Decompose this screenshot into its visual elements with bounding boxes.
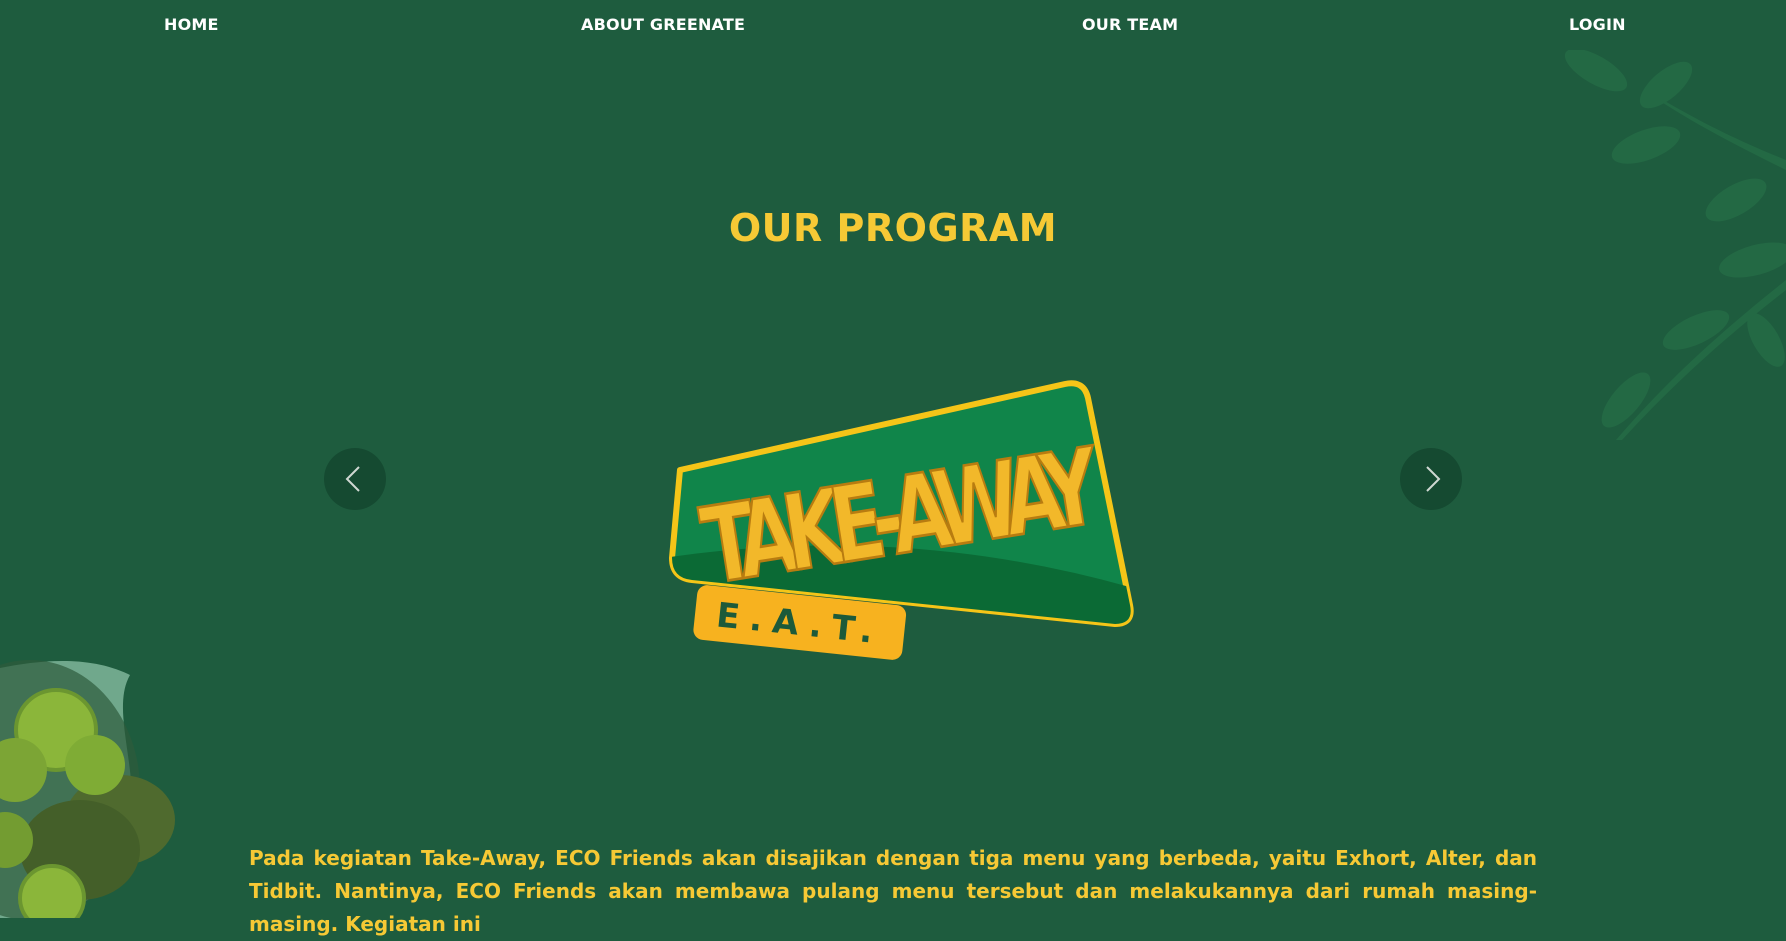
carousel-prev-button[interactable] [324, 448, 386, 510]
program-carousel: TAKE-AWAY E.A.T. [0, 370, 1786, 670]
nav-team-link[interactable]: OUR TEAM [1082, 15, 1178, 34]
chevron-left-icon [345, 466, 360, 492]
top-navigation: HOME ABOUT GREENATE OUR TEAM LOGIN [0, 0, 1786, 50]
nav-home-link[interactable]: HOME [164, 15, 219, 34]
food-plate-decoration [0, 660, 175, 918]
carousel-next-button[interactable] [1400, 448, 1462, 510]
take-away-logo: TAKE-AWAY E.A.T. [669, 380, 1134, 660]
nav-about-link[interactable]: ABOUT GREENATE [581, 15, 745, 34]
program-description: Pada kegiatan Take-Away, ECO Friends aka… [249, 846, 1537, 936]
section-title: OUR PROGRAM [728, 206, 1058, 250]
nav-login-link[interactable]: LOGIN [1569, 15, 1626, 34]
chevron-right-icon [1426, 466, 1441, 492]
